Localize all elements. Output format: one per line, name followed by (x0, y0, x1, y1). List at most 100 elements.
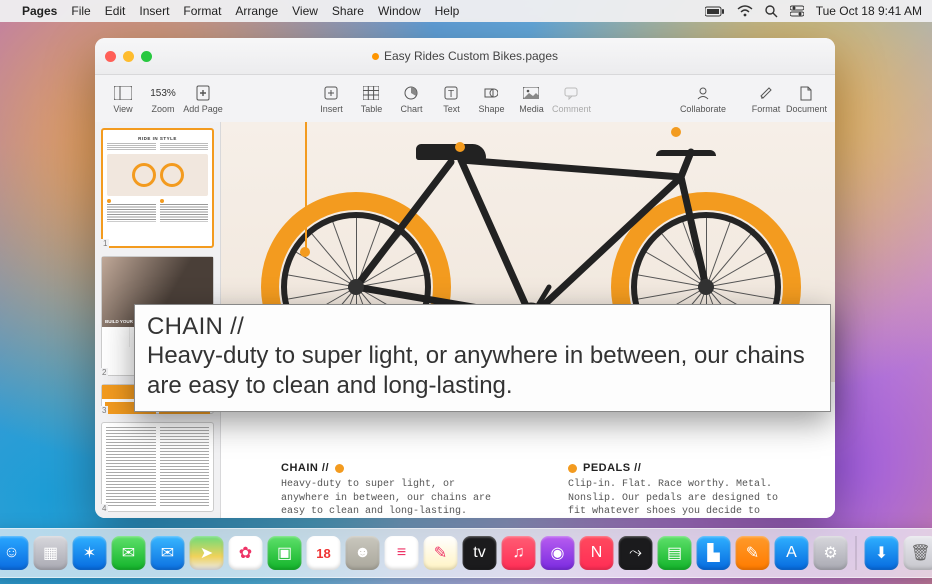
menu-insert[interactable]: Insert (139, 4, 169, 18)
view-icon (114, 84, 132, 102)
dock-trash[interactable]: 🗑 (904, 536, 932, 570)
document-title: Easy Rides Custom Bikes.pages (95, 49, 835, 63)
dock-launchpad[interactable]: ▦ (34, 536, 68, 570)
pedals-section[interactable]: PEDALS // Clip-in. Flat. Race worthy. Me… (568, 462, 795, 518)
toolbar-table-button[interactable]: Table (351, 84, 391, 114)
callout-dot (455, 142, 465, 152)
zoom-heading: CHAIN // (147, 313, 818, 341)
chain-section[interactable]: CHAIN // Heavy-duty to super light, or a… (281, 462, 508, 518)
edited-indicator-icon (372, 53, 379, 60)
table-icon (363, 84, 379, 102)
close-button[interactable] (105, 51, 116, 62)
menu-arrange[interactable]: Arrange (235, 4, 278, 18)
menu-window[interactable]: Window (378, 4, 421, 18)
dock-messages[interactable]: ✉ (112, 536, 146, 570)
svg-text:T: T (448, 89, 454, 100)
pedals-body: Clip-in. Flat. Race worthy. Metal. Nonsl… (568, 478, 795, 518)
toolbar-view-button[interactable]: View (103, 84, 143, 114)
dock-news[interactable]: N (580, 536, 614, 570)
pages-window: Easy Rides Custom Bikes.pages View 153% … (95, 38, 835, 518)
dock-reminders[interactable]: ≡ (385, 536, 419, 570)
dock-separator (856, 536, 857, 570)
dock-mail[interactable]: ✉ (151, 536, 185, 570)
page-number: 4 (100, 504, 108, 513)
saddle-icon (416, 144, 486, 160)
dock-tv[interactable]: tv (463, 536, 497, 570)
dock-maps[interactable]: ➤ (190, 536, 224, 570)
page-number: 2 (100, 368, 108, 377)
dock-contacts[interactable]: ☻ (346, 536, 380, 570)
dock-photos[interactable]: ✿ (229, 536, 263, 570)
dock-settings[interactable]: ⚙ (814, 536, 848, 570)
dock-notes[interactable]: ✎ (424, 536, 458, 570)
document-icon (800, 84, 812, 102)
menubar-clock[interactable]: Tue Oct 18 9:41 AM (816, 4, 922, 18)
callout-line (305, 122, 307, 252)
toolbar-shape-button[interactable]: Shape (471, 84, 511, 114)
collaborate-icon (695, 84, 711, 102)
menu-edit[interactable]: Edit (105, 4, 126, 18)
toolbar-comment-button: Comment (551, 84, 591, 114)
thumb1-title: RIDE IN STYLE (107, 136, 208, 141)
text-icon: T (444, 84, 458, 102)
toolbar-media-button[interactable]: Media (511, 84, 551, 114)
dock-keynote[interactable]: ▙ (697, 536, 731, 570)
search-icon[interactable] (765, 5, 778, 18)
page-thumbnail-1[interactable]: RIDE IN STYLE 1 (101, 128, 214, 248)
menu-view[interactable]: View (292, 4, 318, 18)
dock-calendar[interactable]: 18 (307, 536, 341, 570)
dock-music[interactable]: ♫ (502, 536, 536, 570)
toolbar-chart-button[interactable]: Chart (391, 84, 431, 114)
insert-icon (324, 84, 338, 102)
chain-heading: CHAIN // (281, 462, 329, 474)
text-columns: CHAIN // Heavy-duty to super light, or a… (281, 462, 795, 518)
toolbar-insert-button[interactable]: Insert (311, 84, 351, 114)
dock-facetime[interactable]: ▣ (268, 536, 302, 570)
page-number: 1 (101, 239, 109, 248)
page-number: 3 (100, 406, 108, 415)
dock-appstore[interactable]: A (775, 536, 809, 570)
chart-icon (404, 84, 418, 102)
callout-dot (300, 247, 310, 257)
handlebar-icon (656, 150, 716, 166)
toolbar-text-button[interactable]: T Text (431, 84, 471, 114)
toolbar-format-button[interactable]: Format (746, 84, 786, 114)
wifi-icon[interactable] (737, 5, 753, 17)
callout-dot (568, 464, 577, 473)
toolbar-zoom-button[interactable]: 153% Zoom (143, 84, 183, 114)
control-center-icon[interactable] (790, 5, 804, 17)
comment-icon (564, 84, 578, 102)
toolbar-document-button[interactable]: Document (786, 84, 827, 114)
dock-pages[interactable]: ✎ (736, 536, 770, 570)
shape-icon (484, 84, 498, 102)
menu-format[interactable]: Format (183, 4, 221, 18)
pedals-heading: PEDALS // (583, 462, 641, 474)
menu-app[interactable]: Pages (22, 4, 57, 18)
dock-finder[interactable]: ☺ (0, 536, 29, 570)
format-icon (759, 84, 773, 102)
menu-share[interactable]: Share (332, 4, 364, 18)
menubar: Pages File Edit Insert Format Arrange Vi… (0, 0, 932, 22)
zoom-button[interactable] (141, 51, 152, 62)
dock-numbers[interactable]: ▤ (658, 536, 692, 570)
menu-file[interactable]: File (71, 4, 90, 18)
document-title-text: Easy Rides Custom Bikes.pages (384, 49, 558, 63)
desktop: Pages File Edit Insert Format Arrange Vi… (0, 0, 932, 584)
dock-podcasts[interactable]: ◉ (541, 536, 575, 570)
add-page-icon (196, 84, 210, 102)
battery-icon[interactable] (705, 6, 725, 17)
minimize-button[interactable] (123, 51, 134, 62)
dock-downloads[interactable]: ⬇ (865, 536, 899, 570)
toolbar-collaborate-button[interactable]: Collaborate (680, 84, 726, 114)
titlebar[interactable]: Easy Rides Custom Bikes.pages (95, 38, 835, 75)
dock: ☺▦✶✉✉➤✿▣18☻≡✎tv♫◉N⤳▤▙✎A⚙⬇🗑 (0, 528, 932, 578)
window-controls (105, 51, 152, 62)
dock-safari[interactable]: ✶ (73, 536, 107, 570)
menu-help[interactable]: Help (435, 4, 460, 18)
media-icon (523, 84, 539, 102)
callout-dot (671, 127, 681, 137)
page-thumbnail-4[interactable]: 4 (101, 422, 214, 512)
dock-stocks[interactable]: ⤳ (619, 536, 653, 570)
toolbar-add-page-button[interactable]: Add Page (183, 84, 223, 114)
callout-dot (335, 464, 344, 473)
